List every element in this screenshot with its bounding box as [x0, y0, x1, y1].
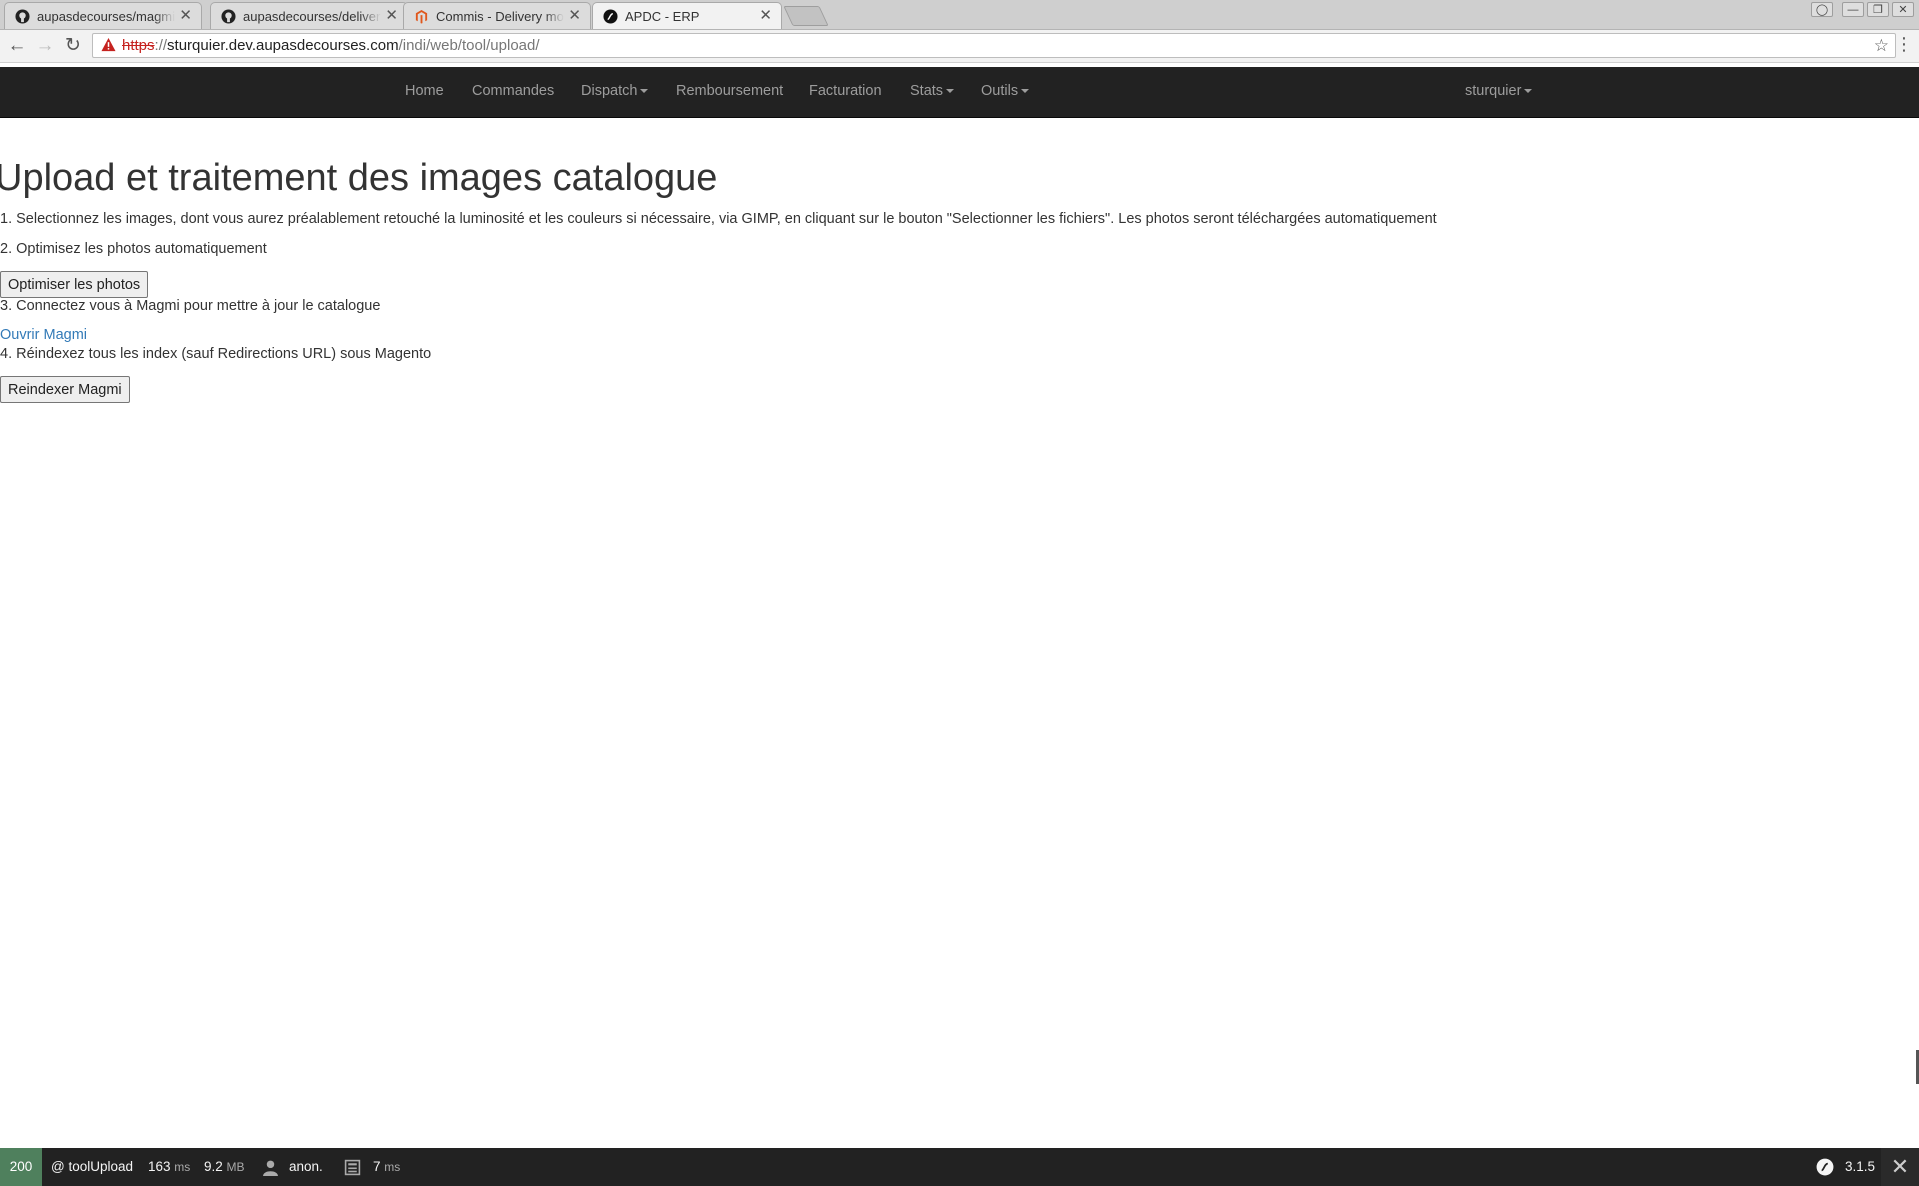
- chevron-down-icon: [1021, 89, 1030, 94]
- magento-icon: [415, 9, 428, 24]
- nav-commandes[interactable]: Commandes: [472, 67, 554, 117]
- memory-unit: MB: [226, 1160, 245, 1174]
- tab-title: aupasdecourses/magmi: [37, 9, 175, 24]
- step-3-text: 3. Connectez vous à Magmi pour mettre à …: [0, 298, 381, 314]
- reindex-magmi-button[interactable]: Reindexer Magmi: [0, 376, 130, 403]
- nav-remboursement[interactable]: Remboursement: [676, 67, 783, 117]
- open-magmi-link[interactable]: Ouvrir Magmi: [0, 327, 87, 343]
- minimize-icon[interactable]: —: [1842, 2, 1864, 17]
- url-scheme: https: [122, 37, 155, 54]
- tab-title: Commis - Delivery module: [436, 9, 564, 24]
- nav-dispatch[interactable]: Dispatch: [581, 67, 649, 117]
- restore-icon[interactable]: ❐: [1867, 2, 1889, 17]
- url-text[interactable]: https://sturquier.dev.aupasdecourses.com…: [122, 34, 540, 57]
- reload-icon[interactable]: ↻: [61, 34, 85, 58]
- bookmark-star-icon[interactable]: ☆: [1874, 34, 1889, 57]
- nav-stats[interactable]: Stats: [910, 67, 955, 117]
- tab-title: aupasdecourses/delivery: [243, 9, 381, 24]
- nav-user-menu[interactable]: sturquier: [1465, 67, 1533, 117]
- nav-home[interactable]: Home: [405, 67, 444, 117]
- debug-toolbar: 200 @ toolUpload 163 ms 9.2 MB anon. 7 m…: [0, 1148, 1919, 1186]
- chevron-down-icon: [946, 89, 955, 94]
- close-toolbar-icon[interactable]: ✕: [1881, 1148, 1919, 1186]
- profile-icon[interactable]: ◯: [1811, 2, 1833, 17]
- symfony-version[interactable]: 3.1.5: [1845, 1148, 1875, 1186]
- browser-toolbar: ← → ↻ https://sturquier.dev.aupasdecours…: [0, 30, 1919, 63]
- memory-usage[interactable]: 9.2 MB: [204, 1148, 245, 1186]
- browser-tab-2[interactable]: aupasdecourses/delivery ✕: [210, 2, 408, 29]
- browser-tab-strip: aupasdecourses/magmi ✕ aupasdecourses/de…: [0, 0, 1919, 30]
- github-icon: [15, 9, 30, 24]
- page-title: Upload et traitement des images catalogu…: [0, 157, 718, 199]
- memory-value: 9.2: [204, 1159, 223, 1174]
- route-name[interactable]: @ toolUpload: [51, 1148, 133, 1186]
- step-4-text: 4. Réindexez tous les index (sauf Redire…: [0, 346, 432, 362]
- nav-dispatch-label: Dispatch: [581, 83, 638, 99]
- optimize-photos-button[interactable]: Optimiser les photos: [0, 271, 149, 298]
- security-user[interactable]: anon.: [289, 1148, 323, 1186]
- browser-menu-icon[interactable]: ⋮: [1895, 34, 1913, 55]
- tab-close-icon[interactable]: ✕: [759, 7, 772, 24]
- status-code-badge[interactable]: 200: [0, 1148, 42, 1186]
- symfony-icon: [1816, 1158, 1834, 1176]
- app-navbar: Home Commandes Dispatch Remboursement Fa…: [0, 67, 1919, 118]
- new-tab-button[interactable]: [783, 6, 829, 26]
- address-bar[interactable]: https://sturquier.dev.aupasdecourses.com…: [92, 33, 1896, 58]
- browser-tab-4-active[interactable]: APDC - ERP ✕: [592, 2, 782, 29]
- request-time[interactable]: 163 ms: [148, 1148, 190, 1186]
- request-time-value: 163: [148, 1159, 171, 1174]
- nav-outils[interactable]: Outils: [981, 67, 1030, 117]
- db-time-unit: ms: [384, 1160, 401, 1174]
- symfony-icon: [603, 9, 618, 24]
- github-icon: [221, 9, 236, 24]
- warning-icon[interactable]: [101, 37, 116, 52]
- url-path: /indi/web/tool/upload/: [398, 37, 540, 54]
- db-time[interactable]: 7 ms: [373, 1148, 400, 1186]
- request-time-unit: ms: [174, 1160, 191, 1174]
- tab-close-icon[interactable]: ✕: [385, 7, 398, 24]
- nav-user-label: sturquier: [1465, 83, 1522, 99]
- browser-tab-1[interactable]: aupasdecourses/magmi ✕: [4, 2, 202, 29]
- window-close-icon[interactable]: ✕: [1892, 2, 1914, 17]
- chevron-down-icon: [640, 89, 649, 94]
- chevron-down-icon: [1524, 89, 1533, 94]
- url-host: sturquier.dev.aupasdecourses.com: [167, 37, 399, 54]
- nav-facturation[interactable]: Facturation: [809, 67, 882, 117]
- step-1-text: 1. Selectionnez les images, dont vous au…: [0, 211, 1437, 227]
- tab-title: APDC - ERP: [625, 9, 700, 24]
- user-icon: [263, 1160, 278, 1176]
- tab-close-icon[interactable]: ✕: [568, 7, 581, 24]
- nav-outils-label: Outils: [981, 83, 1019, 99]
- database-icon: [344, 1159, 361, 1176]
- step-2-text: 2. Optimisez les photos automatiquement: [0, 241, 267, 257]
- forward-arrow-icon[interactable]: →: [33, 34, 57, 58]
- db-time-value: 7: [373, 1159, 381, 1174]
- nav-stats-label: Stats: [910, 83, 944, 99]
- tab-close-icon[interactable]: ✕: [179, 7, 192, 24]
- url-separator: ://: [154, 37, 168, 54]
- browser-tab-3[interactable]: Commis - Delivery module ✕: [403, 2, 591, 29]
- back-arrow-icon[interactable]: ←: [5, 34, 29, 58]
